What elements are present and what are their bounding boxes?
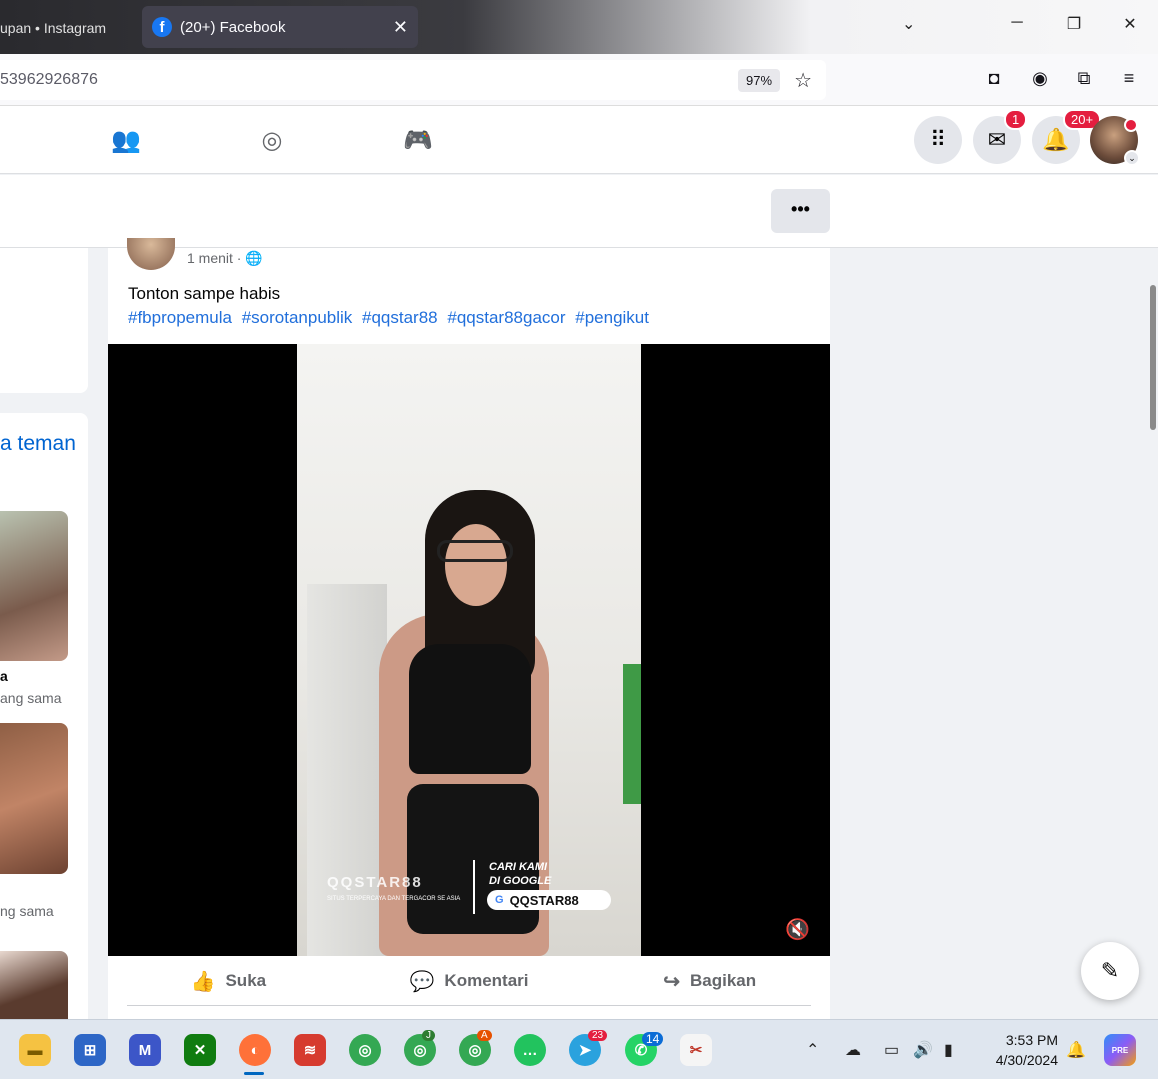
account-icon[interactable]: ◉ (1028, 68, 1052, 89)
thumbs-up-icon: 👍 (190, 970, 216, 993)
snipping-tool-icon[interactable]: ✂ (680, 1034, 712, 1066)
facebook-header: 👥 ◎ 🎮 ⠿ ✉ 🔔 (0, 106, 1158, 174)
file-explorer-icon[interactable]: ▬ (19, 1034, 51, 1066)
battery-icon[interactable]: ▮ (944, 1040, 953, 1060)
window-close-icon[interactable]: ✕ (1119, 14, 1141, 34)
post-hashtags: #fbpropemula #sorotanpublik #qqstar88 #q… (128, 308, 654, 328)
active-app-indicator (244, 1072, 264, 1075)
chrome-icon[interactable]: ◎ (349, 1034, 381, 1066)
account-chevron-icon[interactable]: ⌄ (1124, 150, 1140, 166)
minimize-icon[interactable]: ─ (1006, 14, 1028, 32)
share-button[interactable]: ↪ Bagikan (589, 956, 830, 1006)
tab-title: (20+) Facebook (180, 18, 286, 36)
page-scrollbar[interactable] (1150, 285, 1156, 430)
friends-nav-icon[interactable]: 👥 (110, 126, 142, 158)
zoom-level[interactable]: 97% (738, 68, 781, 92)
onedrive-icon[interactable]: ☁ (845, 1040, 861, 1060)
like-button[interactable]: 👍 Suka (108, 956, 349, 1006)
restore-icon[interactable]: ❐ (1063, 14, 1085, 34)
messenger-badge: 1 (1004, 109, 1028, 130)
notification-bell-icon[interactable]: 🔔 (1066, 1040, 1086, 1060)
chevron-down-icon[interactable]: ⌄ (902, 14, 915, 34)
friend-mutual-text: ang sama (0, 690, 62, 706)
pocket-icon[interactable]: ◘ (982, 68, 1006, 89)
grid-icon: ⠿ (929, 127, 947, 152)
extensions-icon[interactable]: ⧉ (1072, 68, 1096, 89)
video-watermark-divider (473, 860, 475, 914)
telegram-badge: 23 (588, 1030, 608, 1041)
chrome-a-badge: A (477, 1030, 492, 1041)
close-icon[interactable]: ✕ (393, 17, 408, 38)
facebook-icon: f (152, 17, 172, 37)
globe-icon: 🌐 (245, 250, 263, 266)
comment-button[interactable]: 💬 Komentari (349, 956, 590, 1006)
copilot-icon[interactable]: PRE (1104, 1034, 1136, 1066)
app-red-icon[interactable]: ≋ (294, 1034, 326, 1066)
friend-suggestion-photo[interactable] (0, 511, 68, 661)
video-person-top (409, 644, 531, 774)
microsoft-store-icon[interactable]: ⊞ (74, 1034, 106, 1066)
friend-suggestion-photo[interactable] (0, 723, 68, 874)
tab-facebook[interactable]: f (20+) Facebook ✕ (142, 6, 418, 48)
friend-suggestion-photo[interactable] (0, 951, 68, 1019)
bookmark-star-icon[interactable]: ☆ (794, 68, 812, 93)
groups-nav-icon[interactable]: ◎ (256, 126, 288, 158)
video-watermark-logo: QQSTAR88 (327, 874, 423, 891)
post-actions: 👍 Suka 💬 Komentari ↪ Bagikan (108, 956, 830, 1006)
friend-mutual-text: ng sama (0, 903, 54, 919)
app-icon[interactable]: M (129, 1034, 161, 1066)
hashtag-link[interactable]: #sorotanpublik (242, 308, 353, 327)
feed-post: 1 menit · 🌐 Tonton sampe habis #fbpropem… (108, 238, 830, 1019)
hashtag-link[interactable]: #pengikut (575, 308, 649, 327)
video-frame: QQSTAR88 SITUS TERPERCAYA DAN TERGACOR S… (297, 344, 641, 956)
video-background-green (623, 664, 641, 804)
mute-icon[interactable]: 🔇 (785, 917, 810, 942)
share-icon: ↪ (663, 970, 680, 993)
actions-divider (127, 1005, 811, 1006)
xbox-icon[interactable]: ✕ (184, 1034, 216, 1066)
taskbar-clock[interactable]: 3:53 PM 4/30/2024 (978, 1030, 1058, 1070)
friend-suggestions-card (0, 413, 88, 1019)
url-bar[interactable]: 53962926876 97% ☆ (0, 60, 826, 100)
post-video[interactable]: QQSTAR88 SITUS TERPERCAYA DAN TERGACOR S… (108, 344, 830, 956)
friend-suggestion-name[interactable]: a (0, 668, 8, 684)
menu-grid-button[interactable]: ⠿ (914, 116, 962, 164)
browser-tab-bar: upan • Instagram f (20+) Facebook ✕ ⌄ ─ … (0, 0, 1158, 54)
gaming-nav-icon[interactable]: 🎮 (402, 126, 434, 158)
left-card-top (0, 248, 88, 393)
post-text: Tonton sampe habis (128, 284, 281, 303)
firefox-icon[interactable]: ◐ (239, 1034, 271, 1066)
hashtag-link[interactable]: #qqstar88 (362, 308, 438, 327)
video-person-face (445, 524, 507, 606)
hashtag-link[interactable]: #fbpropemula (128, 308, 232, 327)
tray-chevron-up-icon[interactable]: ⌃ (806, 1040, 819, 1060)
volume-icon[interactable]: 🔊 (913, 1040, 933, 1060)
tab-instagram[interactable]: upan • Instagram (0, 8, 140, 48)
bell-icon: 🔔 (1042, 127, 1070, 152)
browser-nav-bar: 53962926876 97% ☆ ◘ ◉ ⧉ ≡ (0, 54, 1158, 106)
comment-icon: 💬 (409, 970, 435, 993)
url-text[interactable]: 53962926876 (0, 71, 738, 89)
network-icon[interactable]: ▭ (884, 1040, 899, 1060)
google-icon: G (495, 894, 504, 906)
menu-icon[interactable]: ≡ (1117, 68, 1141, 89)
post-timestamp[interactable]: 1 menit · 🌐 (187, 250, 263, 267)
video-search-pill: G QQSTAR88 (487, 890, 611, 910)
compose-icon: ✎ (1100, 958, 1120, 983)
messages-icon[interactable]: … (514, 1034, 546, 1066)
video-cari-text: CARI KAMI DI GOOGLE (489, 861, 552, 887)
chrome-j-badge: J (422, 1030, 435, 1041)
whatsapp-badge: 14 (642, 1032, 664, 1046)
post-author-avatar[interactable] (127, 238, 175, 270)
windows-taskbar: ▬ ⊞ M ✕ ◐ ≋ ◎ ◎ ◎ … ➤ ✆ ✂ J A 23 14 ⌃ ☁ … (0, 1019, 1158, 1079)
friend-suggestions-title[interactable]: a teman (0, 432, 76, 456)
video-watermark-tagline: SITUS TERPERCAYA DAN TERGACOR SE ASIA (327, 896, 461, 902)
avatar-status-dot (1124, 118, 1138, 132)
video-person-glasses (437, 540, 513, 562)
more-options-button[interactable]: ••• (771, 189, 830, 233)
messenger-icon: ✉ (987, 127, 1007, 152)
hashtag-link[interactable]: #qqstar88gacor (447, 308, 565, 327)
new-message-button[interactable]: ✎ (1081, 942, 1139, 1000)
